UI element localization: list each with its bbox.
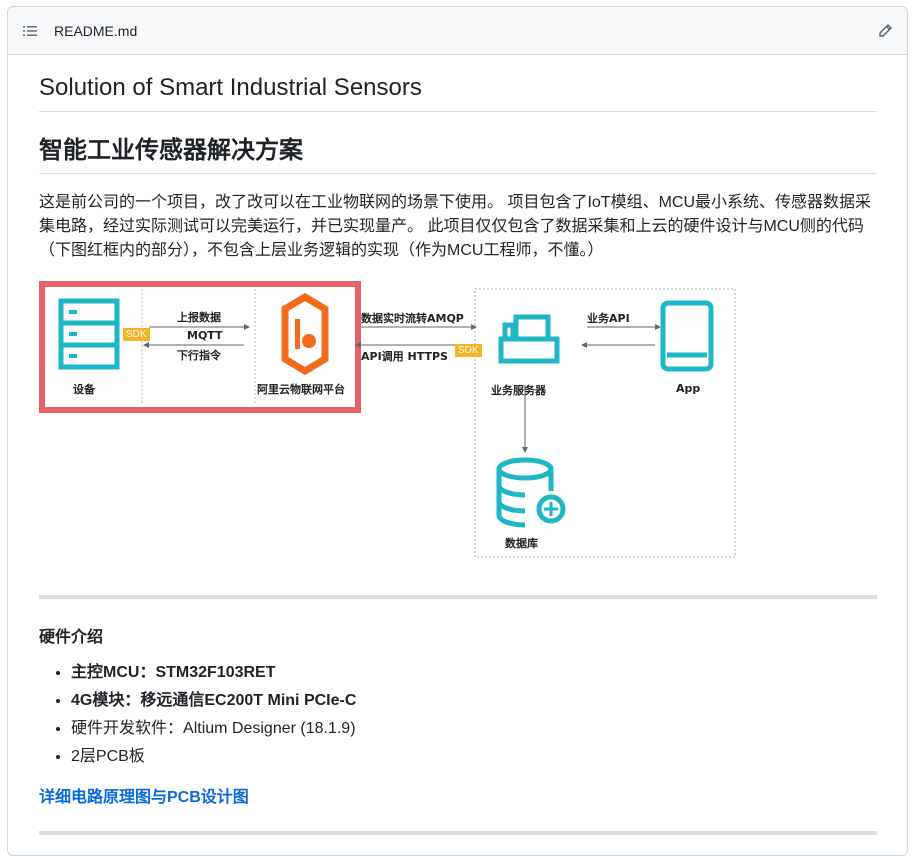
file-name: README.md — [54, 22, 138, 39]
item-value: 2层PCB板 — [71, 748, 145, 765]
iot-platform-icon — [281, 292, 329, 376]
label-server: 业务服务器 — [491, 384, 546, 397]
list-item: 2层PCB板 — [71, 743, 356, 771]
readme-card: README.md Solution of Smart Industrial S… — [7, 6, 908, 856]
list-item: 硬件开发软件：Altium Designer (18.1.9) — [71, 715, 356, 743]
schematic-link[interactable]: 详细电路原理图与PCB设计图 — [39, 783, 249, 807]
item-value: Altium Designer (18.1.9) — [183, 720, 356, 737]
label-api: 业务API — [587, 312, 630, 325]
database-icon — [496, 457, 566, 528]
divider — [39, 831, 877, 835]
sdk-badge-server: SDK — [455, 344, 482, 357]
list-icon[interactable] — [22, 23, 38, 39]
item-value: 移远通信EC200T Mini PCIe-C — [140, 692, 357, 709]
label-mqtt: MQTT — [187, 329, 223, 342]
sdk-badge-device: SDK — [123, 328, 150, 341]
heading-cn: 智能工业传感器解决方案 — [39, 135, 877, 174]
item-label: 4G模块： — [71, 692, 141, 709]
pencil-icon[interactable] — [877, 23, 893, 39]
list-item: 4G模块：移远通信EC200T Mini PCIe-C — [71, 687, 356, 715]
label-device: 设备 — [73, 383, 95, 396]
label-db: 数据库 — [505, 537, 538, 550]
item-label: 主控MCU： — [71, 664, 156, 681]
page-title: Solution of Smart Industrial Sensors — [39, 73, 877, 112]
file-header: README.md — [8, 7, 907, 55]
item-label: 硬件开发软件： — [71, 720, 184, 737]
label-amqp: 数据实时流转AMQP — [361, 312, 464, 325]
architecture-diagram: 设备 SDK 上报数据 MQTT 下行指令 阿里云物联网平台 数据实时流转AMQ… — [39, 281, 739, 561]
description: 这是前公司的一个项目，改了改可以在工业物联网的场景下使用。 项目包含了IoT模组… — [39, 194, 872, 259]
list-item: 主控MCU：STM32F103RET — [71, 659, 356, 687]
label-https: API调用 HTTPS — [361, 350, 448, 363]
hardware-list: 主控MCU：STM32F103RET 4G模块：移远通信EC200T Mini … — [71, 659, 356, 771]
server-icon — [498, 314, 560, 364]
label-downlink: 下行指令 — [177, 349, 221, 362]
divider — [39, 595, 877, 599]
app-icon — [660, 300, 714, 372]
item-value: STM32F103RET — [155, 664, 276, 681]
label-platform: 阿里云物联网平台 — [257, 383, 345, 396]
label-upload: 上报数据 — [177, 311, 221, 324]
hardware-heading: 硬件介绍 — [39, 629, 104, 646]
label-app: App — [676, 382, 701, 395]
